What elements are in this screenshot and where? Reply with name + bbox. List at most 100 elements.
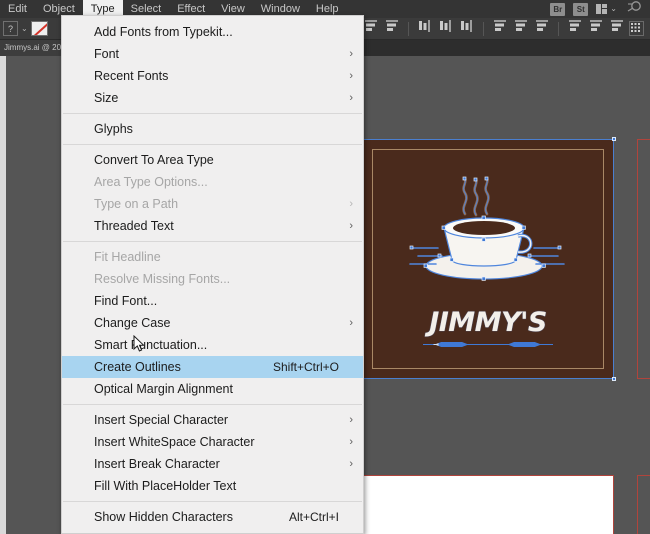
distribute-bottom-icon[interactable] — [533, 19, 551, 38]
menu-item-resolve-missing-fonts: Resolve Missing Fonts... — [62, 268, 363, 290]
chevron-down-icon[interactable]: ⌄ — [21, 24, 28, 33]
menu-item-label: Insert WhiteSpace Character — [94, 435, 255, 449]
selection-anchor[interactable] — [612, 137, 616, 141]
menu-item-find-font[interactable]: Find Font... — [62, 290, 363, 312]
chevron-right-icon: › — [349, 48, 353, 60]
distribute-center-v-icon[interactable] — [512, 19, 530, 38]
align-tools-group — [338, 19, 629, 38]
menu-item-label: Change Case — [94, 316, 171, 330]
chevron-right-icon: › — [349, 198, 353, 210]
menu-item-label: Threaded Text — [94, 219, 174, 233]
menu-separator — [63, 144, 362, 145]
chevron-right-icon: › — [349, 317, 353, 329]
workspace-switcher[interactable]: ⌄ — [596, 4, 617, 14]
menu-item-change-case[interactable]: Change Case › — [62, 312, 363, 334]
document-setup-grid-icon[interactable] — [629, 21, 644, 36]
decorative-divider-ornament — [423, 342, 553, 347]
align-right-icon[interactable] — [383, 19, 401, 38]
menu-item-glyphs[interactable]: Glyphs — [62, 118, 363, 140]
align-middle-v-icon[interactable] — [437, 19, 455, 38]
menu-item-recent-fonts[interactable]: Recent Fonts › — [62, 65, 363, 87]
menu-item-label: Add Fonts from Typekit... — [94, 25, 233, 39]
workspace-layout-icon — [596, 4, 608, 14]
align-bottom-icon[interactable] — [458, 19, 476, 38]
menu-separator — [63, 113, 362, 114]
menu-item-label: Show Hidden Characters — [94, 510, 233, 524]
illustrator-window: Edit Object Type Select Effect View Window Help… — [0, 0, 650, 534]
artboard-secondary[interactable] — [362, 475, 614, 534]
type-menu-dropdown[interactable]: Add Fonts from Typekit... Font › Recent Fon… — [61, 15, 364, 534]
document-tab[interactable]: Jimmys.ai @ 20 — [0, 40, 62, 56]
menu-item-label: Insert Special Character — [94, 413, 229, 427]
toolbar-separator — [558, 21, 559, 36]
menu-item-threaded-text[interactable]: Threaded Text › — [62, 215, 363, 237]
menu-item-label: Fit Headline — [94, 250, 161, 264]
toolbar-separator — [408, 21, 409, 36]
bridge-icon[interactable]: Br — [550, 2, 566, 16]
stroke-color-swatch[interactable] — [30, 21, 48, 36]
menu-item-area-type-options: Area Type Options... — [62, 171, 363, 193]
brand-wordmark: JIMMY'S — [429, 307, 547, 338]
align-center-h-icon[interactable] — [362, 19, 380, 38]
chevron-right-icon: › — [349, 414, 353, 426]
menu-item-fill-with-placeholder-text[interactable]: Fill With PlaceHolder Text — [62, 475, 363, 497]
coffee-cup-icon-dark — [381, 528, 511, 534]
menu-item-convert-to-area-type[interactable]: Convert To Area Type — [62, 149, 363, 171]
distribute-center-h-icon[interactable] — [587, 19, 605, 38]
menu-item-type-on-a-path: Type on a Path › — [62, 193, 363, 215]
chevron-right-icon: › — [349, 458, 353, 470]
menu-item-label: Glyphs — [94, 122, 133, 136]
menu-item-label: Find Font... — [94, 294, 158, 308]
distribute-left-icon[interactable] — [566, 19, 584, 38]
menu-item-font[interactable]: Font › — [62, 43, 363, 65]
artboard-offscreen-right-bottom — [637, 475, 650, 534]
menu-separator — [63, 501, 362, 502]
coffee-cup-icon — [409, 176, 565, 281]
menu-item-add-fonts-from-typekit[interactable]: Add Fonts from Typekit... — [62, 21, 363, 43]
menu-item-label: Create Outlines — [94, 360, 181, 374]
menu-item-label: Area Type Options... — [94, 175, 208, 189]
menu-item-label: Insert Break Character — [94, 457, 220, 471]
menu-item-fit-headline: Fit Headline — [62, 246, 363, 268]
menu-item-label: Font — [94, 47, 120, 61]
menu-item-shortcut: Alt+Ctrl+I — [288, 510, 339, 524]
chevron-right-icon: › — [349, 436, 353, 448]
left-panel-edge — [0, 56, 6, 534]
menu-item-label: Type Orientation — [94, 528, 353, 533]
menu-separator — [63, 404, 362, 405]
toolbar-separator — [483, 21, 484, 36]
chevron-down-icon: ⌄ — [610, 4, 617, 13]
menu-item-insert-break-character[interactable]: Insert Break Character › — [62, 453, 363, 475]
menu-item-type-orientation[interactable]: Type Orientation› — [62, 528, 363, 533]
menu-item-shortcut: Shift+Ctrl+O — [272, 360, 339, 374]
chevron-right-icon: › — [349, 70, 353, 82]
menu-edit[interactable]: Edit — [0, 0, 35, 18]
menu-item-insert-special-character[interactable]: Insert Special Character › — [62, 409, 363, 431]
menu-item-optical-margin-alignment[interactable]: Optical Margin Alignment — [62, 378, 363, 400]
distribute-right-icon[interactable] — [608, 19, 626, 38]
menu-item-size[interactable]: Size › — [62, 87, 363, 109]
menu-item-label: Size — [94, 91, 119, 105]
coffee-logo-artwork[interactable]: JIMMY'S — [408, 170, 568, 347]
menu-item-label: Resolve Missing Fonts... — [94, 272, 231, 286]
menu-item-label: Smart Punctuation... — [94, 338, 208, 352]
selection-anchor[interactable] — [612, 377, 616, 381]
menu-item-smart-punctuation[interactable]: Smart Punctuation... — [62, 334, 363, 356]
menu-item-create-outlines[interactable]: Create Outlines Shift+Ctrl+O — [62, 356, 363, 378]
menu-item-insert-whitespace-character[interactable]: Insert WhiteSpace Character › — [62, 431, 363, 453]
help-button[interactable]: ? — [3, 21, 18, 36]
distribute-top-icon[interactable] — [491, 19, 509, 38]
menu-item-label: Recent Fonts — [94, 69, 169, 83]
align-top-icon[interactable] — [416, 19, 434, 38]
menu-item-show-hidden-characters[interactable]: Show Hidden Characters Alt+Ctrl+I — [62, 506, 363, 528]
menu-item-label: Optical Margin Alignment — [94, 382, 233, 396]
artboard-offscreen-right-top — [637, 139, 650, 379]
menu-separator — [63, 241, 362, 242]
chevron-right-icon: › — [349, 92, 353, 104]
chevron-right-icon: › — [349, 220, 353, 232]
search-icon[interactable] — [627, 0, 642, 18]
artboard-primary[interactable]: JIMMY'S — [360, 137, 616, 381]
stock-icon[interactable]: St — [573, 2, 589, 16]
chevron-right-icon: › — [349, 528, 353, 533]
menu-item-label: Fill With PlaceHolder Text — [94, 479, 237, 493]
